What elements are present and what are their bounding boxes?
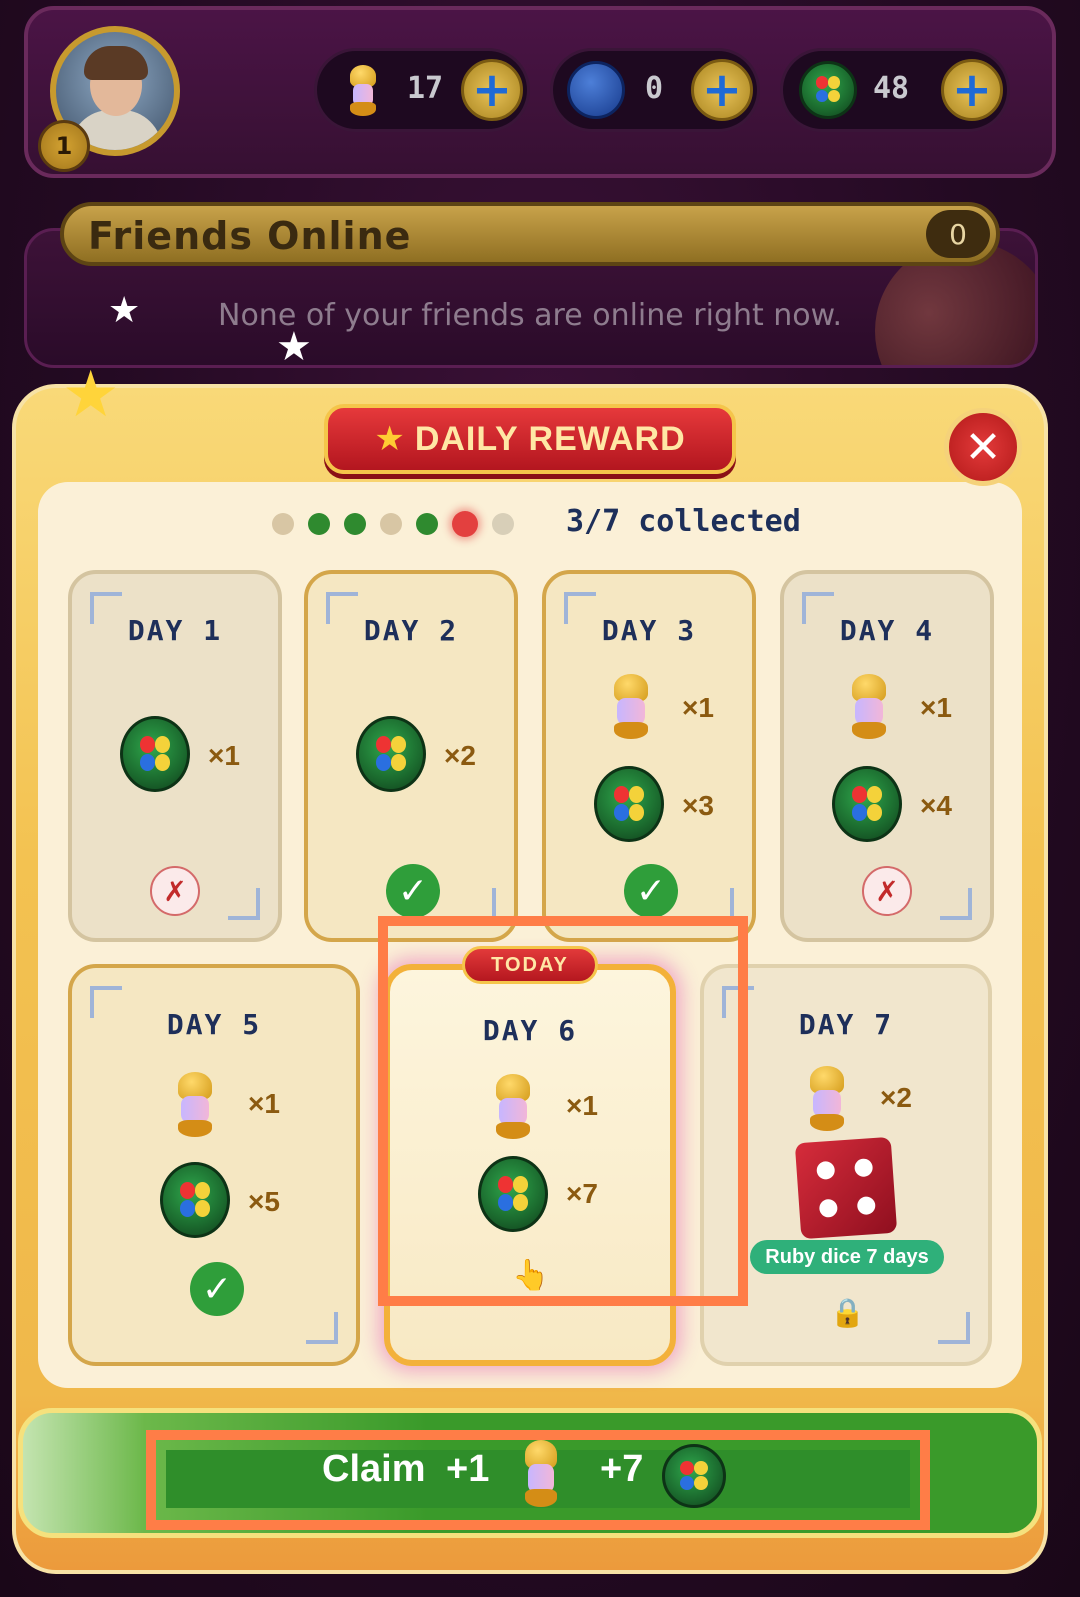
- progress-dot: [308, 513, 330, 535]
- reward-qty: ×3: [682, 790, 714, 821]
- missed-icon: ✗: [150, 866, 200, 916]
- sparkle-icon: ★: [108, 290, 141, 331]
- lantern-count: 17: [407, 71, 444, 106]
- lantern-icon: [343, 65, 383, 117]
- coin-icon: [120, 716, 190, 792]
- ruby-dice-label: Ruby dice 7 days: [750, 1240, 944, 1274]
- day-card-2[interactable]: DAY 2 ×2 ✓: [304, 570, 518, 942]
- day-label: DAY 2: [363, 614, 459, 647]
- coin-icon: [160, 1162, 230, 1238]
- day-card-5[interactable]: DAY 5 ×1 ×5 ✓: [68, 964, 360, 1366]
- close-button[interactable]: ✕: [944, 408, 1022, 486]
- level-badge: 1: [38, 120, 90, 172]
- coin-icon: [832, 766, 902, 842]
- day-label: DAY 4: [839, 614, 935, 647]
- add-steem-button[interactable]: +: [691, 59, 753, 121]
- collected-check-icon: ✓: [386, 864, 440, 918]
- coin-icon: [594, 766, 664, 842]
- daily-reward-banner: ★ DAILY REWARD: [324, 404, 736, 474]
- coin-icon: [356, 716, 426, 792]
- reward-qty: ×1: [248, 1088, 280, 1119]
- ruby-dice-icon: [794, 1136, 898, 1240]
- reward-qty: ×1: [682, 692, 714, 723]
- today-highlight-frame: [378, 916, 748, 1306]
- reward-qty: ×2: [880, 1082, 912, 1113]
- missed-icon: ✗: [862, 866, 912, 916]
- friends-header: Friends Online 0: [60, 202, 1000, 266]
- lantern-icon: [800, 1066, 854, 1132]
- day-card-4[interactable]: DAY 4 ×1 ×4 ✗: [780, 570, 994, 942]
- progress-dot: [492, 513, 514, 535]
- star-decoration-icon: ★: [62, 358, 120, 432]
- day-label: DAY 3: [601, 614, 697, 647]
- lantern-icon: [842, 674, 896, 740]
- reward-qty: ×1: [208, 740, 240, 771]
- reward-qty: ×4: [920, 790, 952, 821]
- reward-qty: ×2: [444, 740, 476, 771]
- collected-check-icon: ✓: [190, 1262, 244, 1316]
- add-coin-button[interactable]: +: [941, 59, 1003, 121]
- progress-dot: [272, 513, 294, 535]
- day-label: DAY 5: [166, 1008, 262, 1041]
- collected-count: 3/7 collected: [566, 504, 801, 539]
- friends-title: Friends Online: [88, 214, 412, 258]
- progress-dot: [380, 513, 402, 535]
- day-card-1[interactable]: DAY 1 ×1 ✗: [68, 570, 282, 942]
- lantern-currency: 17 +: [314, 48, 530, 132]
- reward-qty: ×5: [248, 1186, 280, 1217]
- steem-currency: 0 +: [550, 48, 760, 132]
- lantern-icon: [604, 674, 658, 740]
- lantern-icon: [168, 1072, 222, 1138]
- collected-check-icon: ✓: [624, 864, 678, 918]
- progress-dot: [452, 511, 478, 537]
- day-card-3[interactable]: DAY 3 ×1 ×3 ✓: [542, 570, 756, 942]
- day-label: DAY 1: [127, 614, 223, 647]
- modal-title: DAILY REWARD: [414, 419, 686, 458]
- progress-dots: [272, 511, 514, 537]
- sparkle-icon: ★: [276, 324, 312, 370]
- reward-qty: ×1: [920, 692, 952, 723]
- coin-currency: 48 +: [780, 48, 1010, 132]
- friends-count-badge: 0: [926, 210, 990, 258]
- steem-icon: [567, 61, 625, 119]
- progress-dot: [344, 513, 366, 535]
- friends-empty-message: None of your friends are online right no…: [218, 298, 842, 333]
- progress-dot: [416, 513, 438, 535]
- star-icon: ★: [374, 419, 405, 459]
- coin-count: 48: [873, 71, 910, 106]
- coin-icon: [799, 61, 857, 119]
- lock-icon: 🔒: [830, 1296, 865, 1329]
- add-lantern-button[interactable]: +: [461, 59, 523, 121]
- steem-count: 0: [645, 71, 664, 106]
- claim-highlight-frame: [146, 1430, 930, 1530]
